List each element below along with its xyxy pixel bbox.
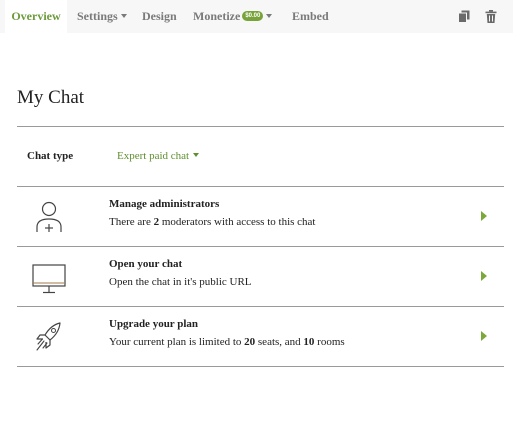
chevron-down-icon bbox=[266, 14, 273, 19]
manage-administrators-desc: There are 2 moderators with access to th… bbox=[109, 216, 316, 228]
open-chat-row[interactable] bbox=[17, 247, 504, 306]
chat-type-label: Chat type bbox=[27, 150, 74, 162]
user-add-icon bbox=[36, 201, 62, 232]
tab-settings-label: Settings bbox=[77, 9, 118, 23]
tab-embed[interactable]: Embed bbox=[292, 0, 329, 33]
upgrade-plan-desc: Your current plan is limited to 20 seats… bbox=[109, 336, 345, 348]
tab-design-label: Design bbox=[142, 9, 177, 23]
balance-badge: $0.00 bbox=[242, 11, 264, 22]
chevron-down-icon bbox=[193, 153, 200, 158]
manage-administrators-arrow-icon[interactable] bbox=[481, 211, 487, 221]
open-chat-arrow-icon[interactable] bbox=[481, 271, 487, 281]
manage-administrators-title: Manage administrators bbox=[109, 198, 220, 210]
copy-icon[interactable] bbox=[458, 10, 470, 23]
divider bbox=[17, 366, 504, 367]
trash-icon[interactable] bbox=[485, 10, 497, 23]
monitor-icon bbox=[32, 264, 66, 294]
tab-design[interactable]: Design bbox=[142, 0, 177, 33]
chevron-down-icon bbox=[120, 14, 127, 19]
divider bbox=[17, 126, 504, 127]
chat-type-select[interactable]: Expert paid chat bbox=[117, 150, 200, 162]
tab-embed-label: Embed bbox=[292, 9, 329, 23]
upgrade-plan-title: Upgrade your plan bbox=[109, 318, 199, 330]
top-tab-bar: Overview Settings Design Monetize $0.00 E… bbox=[0, 0, 513, 33]
tab-overview-label: Overview bbox=[11, 9, 61, 23]
tab-overview[interactable]: Overview bbox=[5, 0, 67, 33]
page-title: My Chat bbox=[17, 87, 85, 108]
tab-monetize[interactable]: Monetize $0.00 bbox=[193, 0, 273, 33]
open-chat-title: Open your chat bbox=[109, 258, 183, 270]
rocket-icon bbox=[36, 322, 61, 351]
open-chat-desc: Open the chat in it's public URL bbox=[109, 276, 252, 288]
tab-settings[interactable]: Settings bbox=[77, 0, 127, 33]
upgrade-plan-arrow-icon[interactable] bbox=[481, 331, 487, 341]
chat-type-value: Expert paid chat bbox=[117, 150, 190, 162]
tab-monetize-label: Monetize bbox=[193, 9, 241, 23]
